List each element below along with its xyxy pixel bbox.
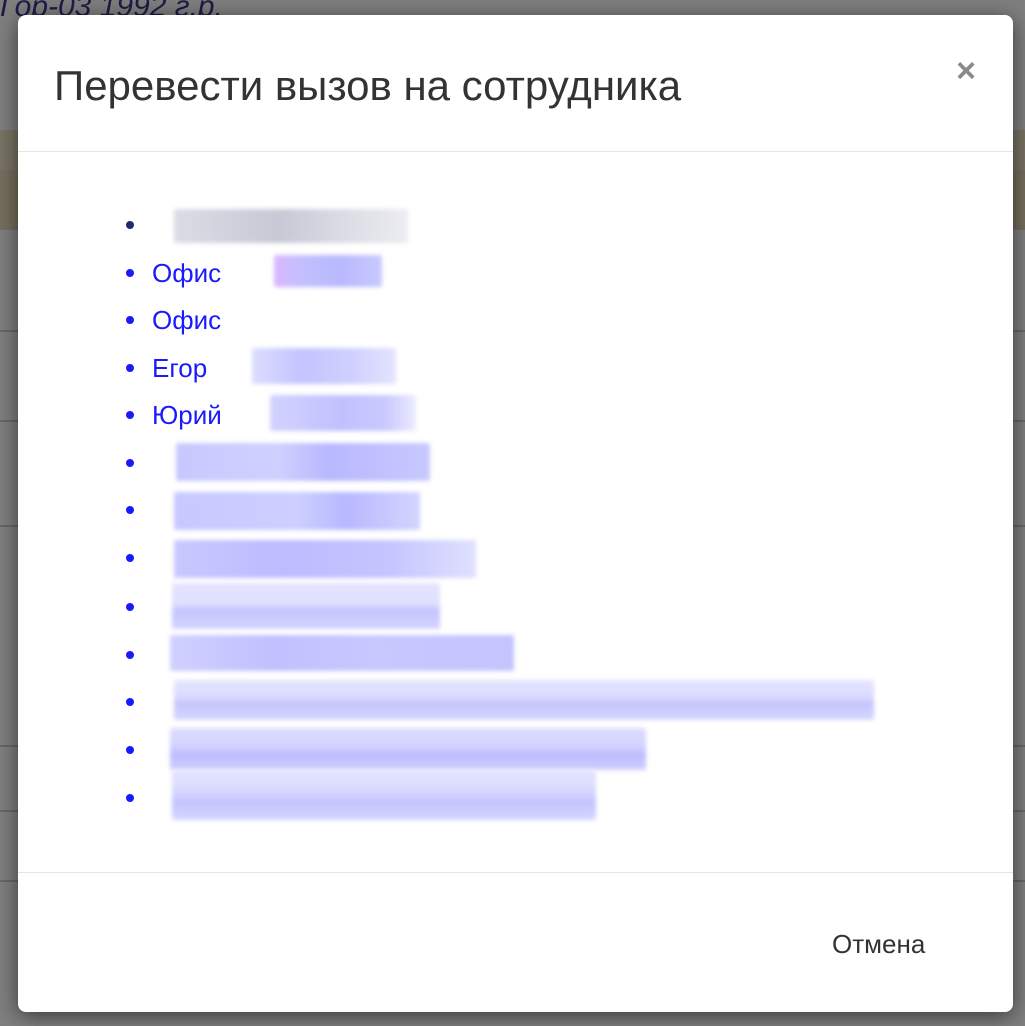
employee-list-item[interactable] <box>126 635 546 675</box>
redacted-name <box>252 348 396 384</box>
list-bullet <box>126 698 134 706</box>
dialog-title: Перевести вызов на сотрудника <box>54 62 682 109</box>
redacted-name <box>176 443 430 481</box>
list-bullet <box>126 364 134 372</box>
employee-list-item[interactable] <box>126 770 606 820</box>
list-bullet <box>126 794 134 802</box>
employee-list-item[interactable] <box>126 490 446 530</box>
employee-list-item[interactable] <box>126 443 446 483</box>
redacted-name <box>174 540 476 578</box>
employee-list-item[interactable] <box>126 728 666 770</box>
employee-list-item[interactable] <box>126 538 506 578</box>
employee-list-item[interactable]: Офис <box>126 300 426 340</box>
list-bullet <box>126 221 134 229</box>
redacted-name <box>170 728 646 770</box>
cancel-button[interactable]: Отмена <box>826 925 931 964</box>
employee-list-item[interactable]: Юрий <box>126 395 426 435</box>
employee-list-item[interactable]: Офис <box>126 253 426 293</box>
employee-list-item[interactable] <box>126 583 466 629</box>
list-bullet <box>126 746 134 754</box>
dialog-header: Перевести вызов на сотрудника × <box>18 15 1013 152</box>
employee-list-item[interactable]: Егор <box>126 348 426 388</box>
transfer-call-dialog: Перевести вызов на сотрудника × Офис Офи… <box>18 15 1013 1012</box>
redacted-name <box>274 255 382 287</box>
list-bullet <box>126 269 134 277</box>
list-bullet <box>126 651 134 659</box>
employee-name[interactable]: Офис <box>152 258 221 288</box>
redacted-name <box>270 395 416 431</box>
employee-list-item[interactable] <box>126 205 426 245</box>
list-bullet <box>126 459 134 467</box>
redacted-name <box>174 680 874 720</box>
redacted-name <box>170 635 514 671</box>
employee-list-item[interactable] <box>126 680 886 722</box>
dialog-footer: Отмена <box>18 872 1013 1012</box>
employee-name[interactable]: Юрий <box>152 400 222 430</box>
list-bullet <box>126 603 134 611</box>
list-bullet <box>126 554 134 562</box>
employee-name[interactable]: Егор <box>152 353 207 383</box>
redacted-name <box>172 770 596 820</box>
employee-name[interactable]: Офис <box>152 305 221 335</box>
redacted-name <box>174 492 420 530</box>
list-bullet <box>126 411 134 419</box>
list-bullet <box>126 506 134 514</box>
dialog-body: Офис Офис Егор Юрий <box>18 152 1013 872</box>
redacted-name <box>174 209 408 243</box>
redacted-name <box>172 583 440 629</box>
close-icon[interactable]: × <box>950 54 982 88</box>
list-bullet <box>126 316 134 324</box>
